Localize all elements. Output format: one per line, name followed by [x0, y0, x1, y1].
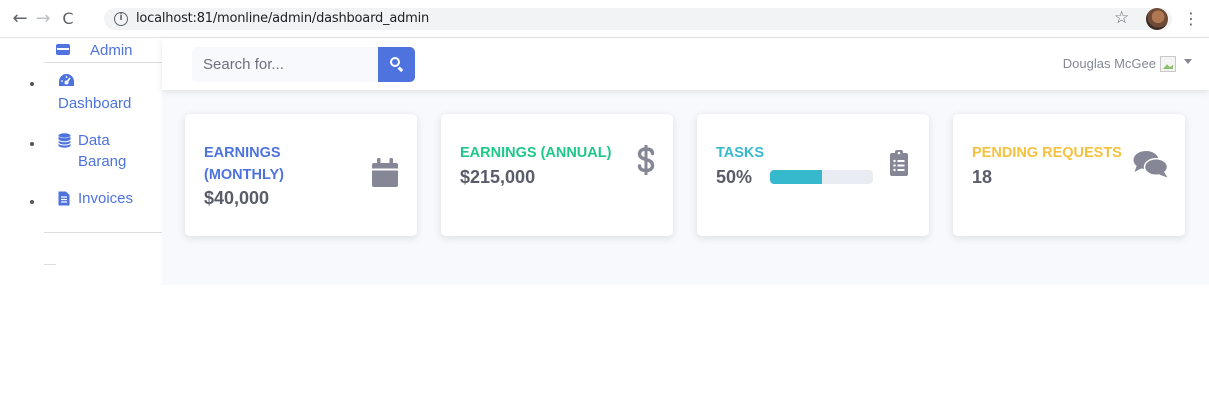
sidebar-item-label: Invoices: [78, 190, 134, 207]
card-pending-requests: PENDING REQUESTS 18: [953, 114, 1185, 236]
calendar-icon: [372, 158, 398, 192]
forward-button[interactable]: →: [33, 9, 53, 29]
card-tasks: TASKS 50%: [697, 114, 929, 236]
card-earnings-annual: EARNINGS (ANNUAL) $215,000: [441, 114, 673, 236]
user-name[interactable]: Douglas McGee: [1063, 56, 1156, 71]
tasks-progress-bar: [770, 170, 873, 184]
sidebar: Admin Dashboard Data Barang Invoices: [0, 38, 162, 288]
card-title: EARNINGS (ANNUAL): [460, 145, 612, 161]
search-button[interactable]: [378, 47, 415, 82]
card-title: PENDING REQUESTS: [972, 145, 1122, 161]
file-invoice-icon: [58, 191, 70, 211]
browser-toolbar: ← → C i localhost:81/monline/admin/dashb…: [0, 0, 1209, 38]
tachometer-icon: [58, 73, 75, 93]
list-bullet: [30, 82, 34, 86]
dollar-icon: [637, 144, 655, 181]
card-value: $40,000: [204, 188, 270, 208]
sidebar-brand[interactable]: Admin: [52, 40, 162, 62]
caret-down-icon[interactable]: [1184, 59, 1192, 64]
search-icon: [390, 57, 400, 67]
card-earnings-monthly: EARNINGS (MONTHLY) $40,000: [185, 114, 417, 236]
card-value: 18: [972, 167, 993, 187]
database-icon: [58, 133, 71, 153]
main-content: Douglas McGee EARNINGS (MONTHLY) $40,000…: [162, 38, 1209, 285]
reload-button[interactable]: C: [58, 9, 78, 29]
bookmark-star-icon[interactable]: ☆: [1114, 8, 1129, 28]
card-value: $215,000: [460, 167, 536, 187]
browser-menu-icon[interactable]: ⋮: [1183, 9, 1199, 28]
card-title: EARNINGS (MONTHLY): [204, 145, 285, 183]
store-icon: [56, 44, 70, 55]
sidebar-divider: [44, 232, 162, 233]
user-avatar[interactable]: [1160, 56, 1176, 72]
brand-label: Admin: [90, 42, 133, 59]
sidebar-item-label: Dashboard: [58, 95, 132, 112]
topbar: Douglas McGee: [162, 38, 1209, 90]
list-bullet: [30, 142, 34, 146]
list-bullet: [30, 200, 34, 204]
card-value: 50%: [716, 167, 753, 187]
profile-avatar-icon[interactable]: [1146, 8, 1168, 30]
progress-fill: [770, 170, 822, 184]
sidebar-item-label: Data Barang: [78, 132, 127, 170]
comments-icon: [1133, 150, 1169, 183]
topbar-search: [192, 47, 415, 82]
address-bar[interactable]: i localhost:81/monline/admin/dashboard_a…: [104, 8, 1172, 30]
card-title: TASKS: [716, 145, 765, 161]
info-icon[interactable]: i: [114, 12, 128, 26]
url-text[interactable]: localhost:81/monline/admin/dashboard_adm…: [136, 11, 429, 26]
search-input[interactable]: [192, 47, 378, 82]
clipboard-list-icon: [890, 150, 908, 181]
sidebar-toggler[interactable]: [44, 264, 56, 265]
back-button[interactable]: ←: [10, 9, 30, 29]
sidebar-divider: [44, 62, 162, 63]
